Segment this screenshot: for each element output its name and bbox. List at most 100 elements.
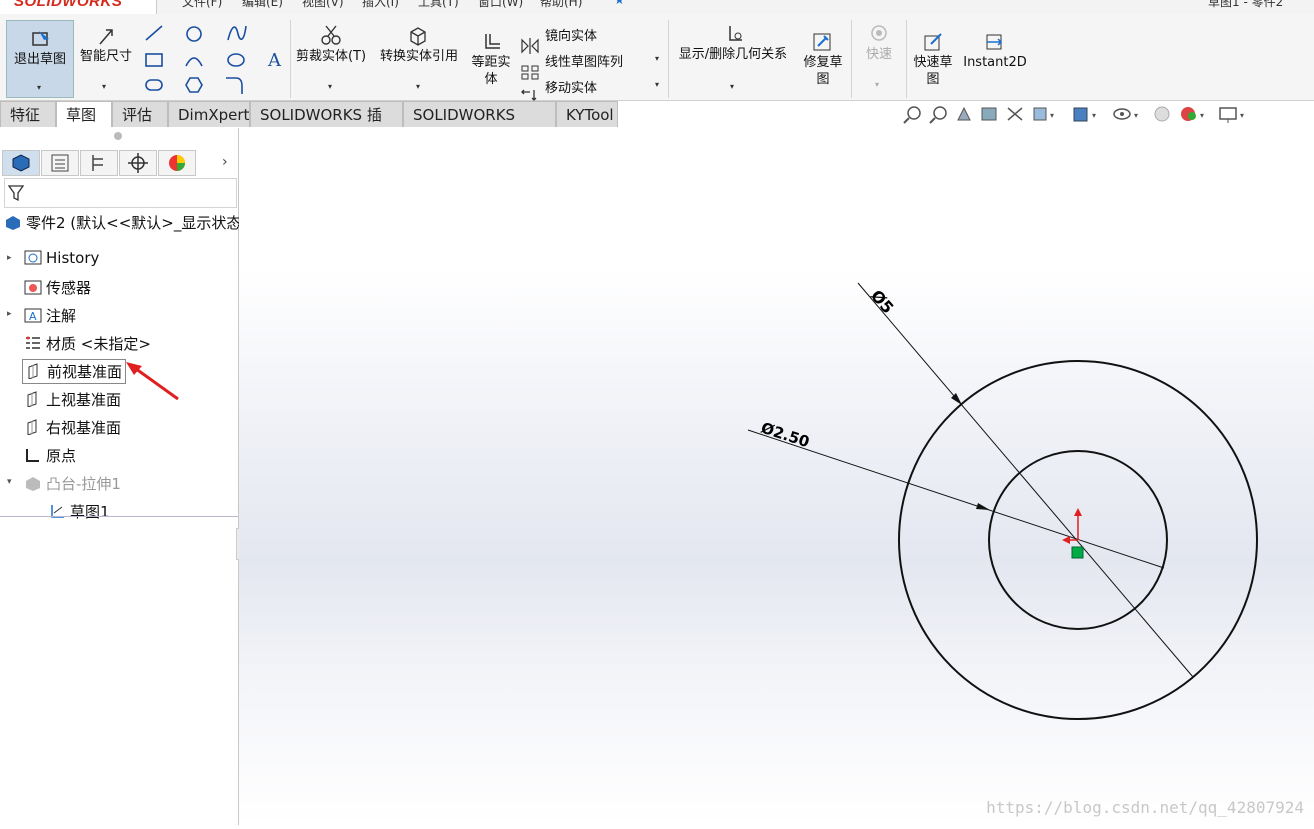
tree-item-label: 上视基准面 <box>46 391 122 409</box>
rapid-sketch-button[interactable]: 快速草 图 <box>910 32 956 96</box>
panel-grip[interactable] <box>114 132 122 140</box>
previous-view-icon[interactable] <box>957 106 971 121</box>
tree-root-part[interactable]: 零件2 (默认<<默认>_显示状态 <box>4 212 241 233</box>
sensor-icon <box>24 280 42 295</box>
repair-sketch-button[interactable]: 修复草 图 <box>798 32 848 96</box>
apply-scene-icon[interactable]: ▾ <box>1181 107 1204 121</box>
view-settings-icon[interactable]: ▾ <box>1219 107 1244 123</box>
extrude-icon <box>26 477 40 491</box>
tree-item-label: 前视基准面 <box>47 363 123 381</box>
move-entities-button[interactable]: 移动实体 <box>545 77 597 96</box>
menu-help[interactable]: 帮助(H) <box>540 0 582 10</box>
view-orientation-icon[interactable]: ▾ <box>1033 107 1054 121</box>
tab-property-manager[interactable] <box>41 150 79 176</box>
display-delete-relations-label: 显示/删除几何关系 <box>678 47 788 62</box>
menu-window[interactable]: 窗口(W) <box>478 0 523 10</box>
trim-entities-button[interactable]: 剪裁实体(T) ▾ <box>294 20 368 96</box>
heads-up-view-toolbar[interactable]: ▾ ▾ ▾ ▾ ▾ <box>900 104 1260 126</box>
tab-dimxpert[interactable]: DimXpert <box>168 101 250 127</box>
tab-features[interactable]: 特征 <box>0 101 56 127</box>
tree-expand-toggle[interactable]: ▾ <box>7 477 12 487</box>
pin-icon[interactable]: ★ <box>614 0 625 7</box>
chevron-right-icon[interactable]: › <box>222 154 228 170</box>
outer-dimension-text[interactable]: Ø5 <box>867 286 898 317</box>
tab-solidworks-addins[interactable]: SOLIDWORKS 插件 <box>250 101 403 150</box>
svg-text:▾: ▾ <box>1092 111 1096 120</box>
tree-item-6[interactable]: 上视基准面 <box>24 389 121 410</box>
inner-dimension-text[interactable]: Ø2.50 <box>759 419 812 451</box>
origin-icon <box>26 449 39 462</box>
tree-item-label: 传感器 <box>46 279 92 297</box>
tab-configuration-manager[interactable] <box>80 150 118 176</box>
exit-sketch-button[interactable]: 退出草图 ▾ <box>6 20 74 98</box>
tree-item-9[interactable]: 凸台-拉伸1 <box>24 473 121 494</box>
tree-item-7[interactable]: 右视基准面 <box>24 417 121 438</box>
inner-dimension-leader[interactable] <box>747 429 1165 569</box>
tab-kytool[interactable]: KYTool <box>556 101 618 127</box>
property-manager-icon <box>51 154 69 172</box>
svg-text:▾: ▾ <box>1134 111 1138 120</box>
menu-file[interactable]: 文件(F) <box>182 0 222 10</box>
chevron-down-icon[interactable]: ▾ <box>730 82 734 91</box>
chevron-down-icon[interactable]: ▾ <box>875 80 879 89</box>
origin-icon[interactable] <box>1062 508 1084 559</box>
solidworks-logo[interactable]: SOLIDWORKS <box>0 0 157 14</box>
tree-expand-toggle[interactable]: ▸ <box>7 309 12 319</box>
rapid-button[interactable]: 快速 ▾ <box>856 22 902 96</box>
zoom-to-fit-icon[interactable] <box>903 106 921 124</box>
chevron-down-icon[interactable]: ▾ <box>37 83 41 92</box>
zoom-to-area-icon[interactable] <box>929 106 947 124</box>
display-delete-relations-button[interactable]: 显示/删除几何关系 ▾ <box>672 20 794 96</box>
display-style-icon[interactable]: ▾ <box>1073 107 1096 122</box>
tree-item-label: 草图1 <box>70 503 110 521</box>
instant2d-icon <box>986 34 1003 50</box>
tree-item-2[interactable]: 传感器 <box>24 277 91 298</box>
chevron-down-icon[interactable]: ▾ <box>655 54 659 63</box>
menu-view[interactable]: 视图(V) <box>302 0 344 10</box>
tree-item-8[interactable]: 原点 <box>24 445 76 466</box>
instant2d-button[interactable]: Instant2D <box>962 32 1028 82</box>
graphics-area[interactable]: Ø5 Ø2.50 <box>239 128 1314 825</box>
rapid-sketch-icon <box>924 33 942 51</box>
tree-item-4[interactable]: 材质 <未指定> <box>24 333 151 354</box>
menu-tools[interactable]: 工具(T) <box>418 0 459 10</box>
tree-item-10[interactable]: 草图1 <box>48 501 110 522</box>
chevron-down-icon[interactable]: ▾ <box>328 82 332 91</box>
tree-item-3[interactable]: A 注解 <box>24 305 76 326</box>
menu-edit[interactable]: 编辑(E) <box>242 0 283 10</box>
tree-item-5[interactable]: 前视基准面 <box>22 359 127 384</box>
chevron-down-icon[interactable]: ▾ <box>102 82 106 91</box>
history-icon <box>24 250 42 265</box>
tab-solidworks-mbd[interactable]: SOLIDWORKS MBD <box>403 101 556 150</box>
chevron-down-icon[interactable]: ▾ <box>655 80 659 89</box>
tree-filter-box[interactable] <box>4 178 237 208</box>
tab-sketch[interactable]: 草图 <box>56 101 112 127</box>
offset-entities-button[interactable]: 等距实 体 <box>468 32 514 96</box>
command-tabs: 特征 草图 评估 DimXpert SOLIDWORKS 插件 SOLIDWOR… <box>0 101 620 150</box>
svg-text:▾: ▾ <box>1240 111 1244 120</box>
configuration-manager-icon <box>92 155 103 171</box>
smart-dimension-icon <box>99 29 113 45</box>
svg-text:▾: ▾ <box>1200 111 1204 120</box>
linear-pattern-button[interactable]: 线性草图阵列 <box>545 51 623 70</box>
convert-entities-button[interactable]: 转换实体引用 ▾ <box>374 20 464 96</box>
tab-feature-manager[interactable] <box>2 150 40 176</box>
tab-dimxpert-manager[interactable] <box>119 150 157 176</box>
tab-display-manager[interactable] <box>158 150 196 176</box>
edit-appearance-icon[interactable] <box>1154 106 1170 122</box>
chevron-down-icon[interactable]: ▾ <box>416 82 420 91</box>
section-view-icon[interactable] <box>981 107 997 121</box>
dynamic-annotation-icon[interactable] <box>1007 107 1023 121</box>
hide-show-items-icon[interactable]: ▾ <box>1113 108 1138 120</box>
mirror-entities-button[interactable]: 镜向实体 <box>545 25 597 44</box>
tree-expand-toggle[interactable]: ▸ <box>7 253 12 263</box>
smart-dimension-button[interactable]: 智能尺寸 ▾ <box>74 20 138 96</box>
svg-text:A: A <box>267 50 282 71</box>
logo-text: SOLIDWORKS <box>14 0 123 10</box>
tree-item-1[interactable]: History <box>24 249 99 267</box>
sketch-drawing[interactable]: Ø5 Ø2.50 <box>239 128 1314 825</box>
plane-icon <box>27 419 37 435</box>
svg-text:▾: ▾ <box>1050 111 1054 120</box>
menu-insert[interactable]: 插入(I) <box>362 0 399 10</box>
tab-evaluate[interactable]: 评估 <box>112 101 168 127</box>
